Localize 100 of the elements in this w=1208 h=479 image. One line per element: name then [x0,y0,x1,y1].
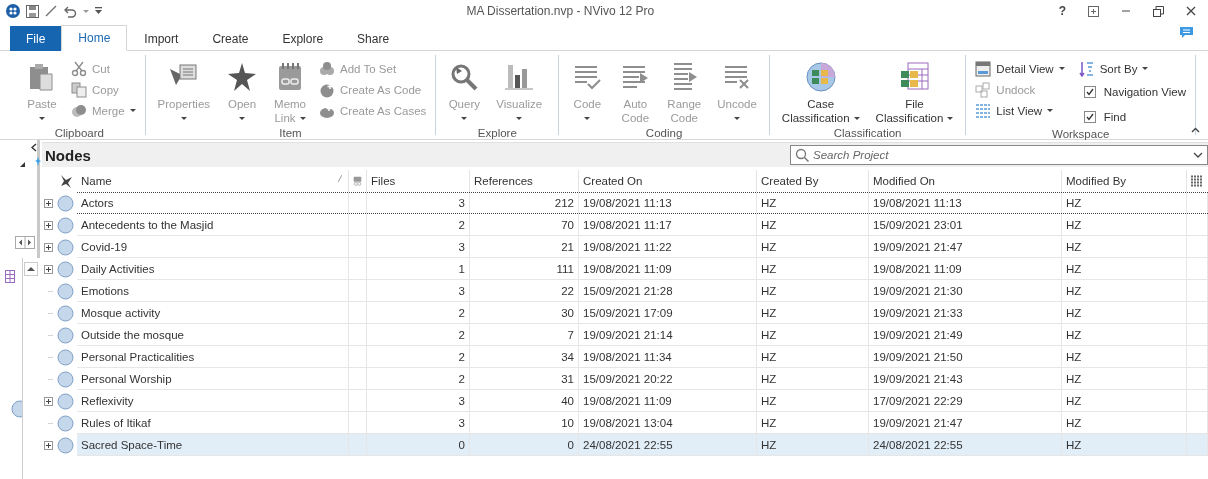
node-circle-icon [57,414,74,432]
expand-plus-icon[interactable] [44,242,53,252]
ribbon-button[interactable]: File Classification [869,59,960,127]
checkbox[interactable] [1083,110,1096,123]
table-cell: HZ [757,258,869,279]
node-circle-icon [57,392,74,410]
column-header[interactable]: Name [81,175,112,187]
caret-icon [299,116,306,120]
table-row[interactable]: Reflexivity 3 40 19/08/2021 11:09 HZ 17/09/2021 22:29 HZ [77,390,1208,412]
table-cell: 2 [367,346,470,367]
ribbon-button[interactable]: Detail View [972,59,1068,78]
ribbon-tab[interactable]: Home [61,25,128,51]
table-cell: 15/09/2021 23:01 [869,214,1062,235]
expand-plus-icon[interactable] [44,264,53,274]
table-cell: 31 [470,368,579,389]
caret-icon [853,116,860,120]
caret-icon[interactable] [83,9,89,13]
ribbon-tab[interactable]: Import [127,26,196,51]
undo-icon[interactable] [63,4,77,18]
save-icon[interactable] [26,4,39,18]
ribbon-button[interactable]: Sort By [1075,59,1189,78]
table-row[interactable]: Personal Worship 2 31 15/09/2021 20:22 HZ 19/09/2021 21:43 HZ [77,368,1208,390]
chevron-left-icon[interactable] [31,143,37,152]
group-label: Classification [832,127,903,141]
ribbon-button[interactable]: List View [972,101,1068,120]
table-row[interactable]: Mosque activity 2 30 15/09/2021 17:09 HZ 19/09/2021 21:33 HZ [77,302,1208,324]
node-circle-icon [57,304,74,322]
scroll-arrows-icon[interactable] [15,236,35,249]
feedback-icon[interactable] [1179,26,1194,39]
pen-icon[interactable] [45,5,57,17]
ribbon-tab[interactable]: Create [195,26,266,51]
table-cell: 15/09/2021 17:09 [579,302,757,323]
expand-plus-icon[interactable] [44,440,53,450]
collapse-ribbon-icon[interactable] [1191,127,1200,133]
table-row[interactable]: Actors 3 212 19/08/2021 11:13 HZ 19/08/2021 11:13 HZ [77,192,1208,214]
checkbox[interactable] [1083,85,1096,98]
dropdown-chevron-icon[interactable] [1193,152,1203,158]
node-circle-icon [57,326,74,344]
app-logo-icon[interactable] [6,4,20,18]
table-cell: 24/08/2021 22:55 [579,434,757,455]
ribbon-tab[interactable]: Explore [265,26,341,51]
table-row[interactable]: Covid-19 3 21 19/08/2021 11:22 HZ 19/09/2021 21:47 HZ [77,236,1208,258]
search-field[interactable]: Search Project [790,145,1208,165]
caret-icon [516,116,523,120]
table-cell: 10 [470,412,579,433]
column-header[interactable]: Created By [761,175,819,187]
table-cell: Emotions [77,280,349,301]
table-cell: 40 [470,390,579,411]
ribbon-display-icon[interactable] [1088,5,1099,17]
column-header[interactable]: Modified On [873,175,935,187]
table-row[interactable]: Daily Activities 1 111 19/08/2021 11:09 HZ 19/08/2021 11:09 HZ [77,258,1208,280]
table-cell: HZ [1062,434,1187,455]
table-cell: 15/09/2021 20:22 [579,368,757,389]
close-icon[interactable] [1186,6,1196,16]
table-row[interactable]: Sacred Space-Time 0 0 24/08/2021 22:55 HZ 24/08/2021 22:55 HZ [77,434,1208,456]
table-cell: 3 [367,412,470,433]
node-circle-icon [57,348,74,366]
table-grid-icon[interactable] [5,270,15,283]
ribbon-tab[interactable]: Share [340,26,407,51]
circles-icon [71,102,87,119]
table-cell: 19/09/2021 21:43 [869,368,1062,389]
table-cell: 19/08/2021 11:09 [869,258,1062,279]
scroll-up-icon[interactable] [24,262,38,276]
table-row[interactable]: Emotions 3 22 15/09/2021 21:28 HZ 19/09/2021 21:30 HZ [77,280,1208,302]
column-header[interactable]: Created On [583,175,643,187]
expand-plus-icon[interactable] [44,220,53,230]
table-cell: Antecedents to the Masjid [77,214,349,235]
table-cell: 19/09/2021 21:50 [869,346,1062,367]
table-cell: 19/08/2021 11:13 [869,193,1062,213]
table-cell: HZ [1062,214,1187,235]
column-header[interactable]: Files [371,175,396,187]
column-header[interactable]: Modified By [1066,175,1127,187]
table-cell: 19/08/2021 13:04 [579,412,757,433]
column-chooser-icon[interactable] [1191,175,1203,187]
restore-icon[interactable] [1153,5,1164,17]
pin-icon[interactable] [59,174,73,188]
expand-plus-icon[interactable] [44,396,53,406]
table-cell: 3 [367,193,470,213]
caret-icon [239,116,245,120]
node-circle-icon [57,238,74,256]
table-row[interactable]: Outside the mosque 2 7 19/09/2021 21:14 HZ 19/09/2021 21:49 HZ [77,324,1208,346]
expand-plus-icon[interactable] [44,198,53,208]
customize-icon[interactable] [95,7,102,15]
table-cell: Personal Practicalities [77,346,349,367]
checkbox-label[interactable]: Find [1103,110,1127,123]
table-cell: HZ [1062,236,1187,257]
table-cell: 2 [367,324,470,345]
expand-triangle-icon[interactable] [20,162,25,167]
table-row[interactable]: Antecedents to the Masjid 2 70 19/08/2021 11:17 HZ 15/09/2021 23:01 HZ [77,214,1208,236]
ribbon-button[interactable]: Case Classification [775,59,866,127]
table-cell: 70 [470,214,579,235]
table-cell: HZ [757,236,869,257]
column-header[interactable]: References [474,175,533,187]
table-row[interactable]: Personal Practicalities 2 34 19/08/2021 11:34 HZ 19/09/2021 21:50 HZ [77,346,1208,368]
help-button[interactable]: ? [1058,4,1066,18]
checkbox-label[interactable]: Navigation View [1103,85,1186,98]
table-cell: 30 [470,302,579,323]
group-label: Item [278,127,303,141]
ribbon-tab[interactable]: File [10,26,62,51]
table-cell: 19/09/2021 21:49 [869,324,1062,345]
